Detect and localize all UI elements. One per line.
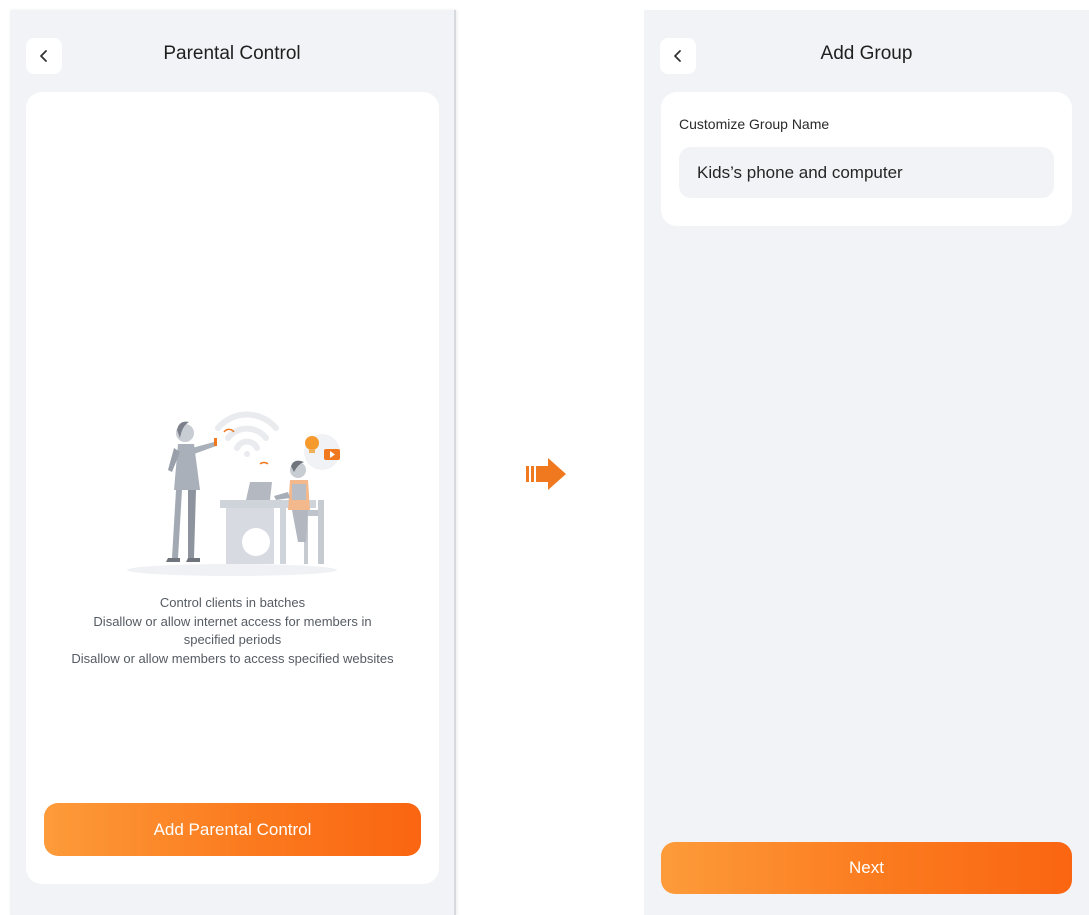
description-line: Disallow or allow members to access spec… [71, 650, 394, 666]
add-group-screen: Add Group Customize Group Name Next [644, 10, 1089, 915]
group-name-card: Customize Group Name [661, 92, 1072, 226]
description-line: Control clients in batches [159, 595, 306, 610]
description-line: Disallow or allow internet access for me… [93, 613, 372, 629]
intro-card: Control clients in batches Disallow or a… [26, 92, 439, 884]
description-line: specified periods [183, 632, 282, 647]
add-parental-control-button[interactable]: Add Parental Control [44, 803, 421, 856]
header: Add Group [644, 10, 1089, 96]
header: Parental Control [10, 10, 454, 96]
parental-control-screen: Parental Control Control clients in batc… [10, 10, 456, 915]
arrow-right-icon [526, 458, 566, 490]
parental-control-illustration [127, 411, 340, 576]
feature-description: Control clients in batches Disallow or a… [26, 594, 439, 668]
page-title: Add Group [820, 43, 913, 64]
group-name-label: Customize Group Name [679, 116, 830, 132]
next-button[interactable]: Next [661, 842, 1072, 894]
group-name-input[interactable] [679, 147, 1054, 198]
page-title: Parental Control [163, 43, 301, 64]
